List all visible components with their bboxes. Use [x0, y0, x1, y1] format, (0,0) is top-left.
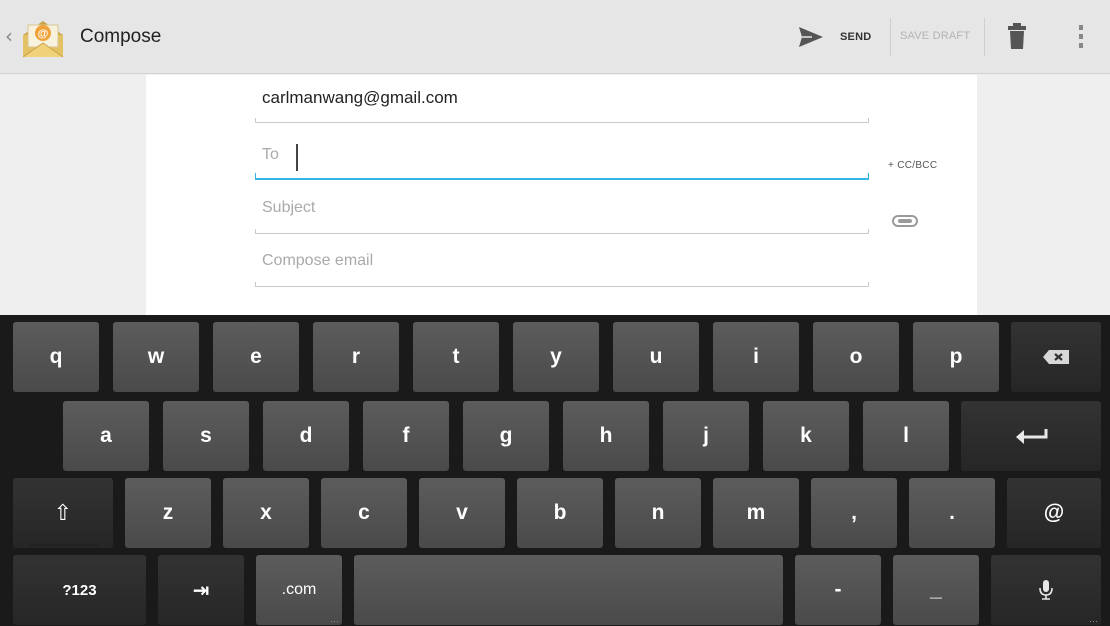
- enter-key[interactable]: [961, 401, 1101, 471]
- backspace-icon: [1043, 350, 1069, 364]
- subject-underline: [255, 229, 869, 234]
- overflow-menu-icon[interactable]: [1078, 23, 1084, 51]
- key-i[interactable]: i: [713, 322, 799, 392]
- key-o[interactable]: o: [813, 322, 899, 392]
- long-press-hint: …: [330, 614, 339, 624]
- tab-icon: ⇥: [192, 578, 210, 602]
- text-cursor: [296, 144, 298, 171]
- compose-card: [146, 75, 977, 315]
- key-n[interactable]: n: [615, 478, 701, 548]
- key-f[interactable]: f: [363, 401, 449, 471]
- compose-body-field[interactable]: Compose email: [262, 252, 373, 270]
- screen-title: Compose: [80, 26, 162, 47]
- body-underline: [255, 282, 869, 287]
- key-p[interactable]: p: [913, 322, 999, 392]
- key-c[interactable]: c: [321, 478, 407, 548]
- key-u[interactable]: u: [613, 322, 699, 392]
- cc-bcc-button[interactable]: + CC/BCC: [888, 160, 937, 171]
- key-l[interactable]: l: [863, 401, 949, 471]
- key-k[interactable]: k: [763, 401, 849, 471]
- tab-key[interactable]: ⇥: [158, 555, 244, 625]
- key-q[interactable]: q: [13, 322, 99, 392]
- shift-key[interactable]: ⇧: [13, 478, 113, 548]
- key-z[interactable]: z: [125, 478, 211, 548]
- compose-screen: ‹ @ Compose SEND SAVE DRAFT carlmanwang@…: [0, 0, 1110, 626]
- space-key[interactable]: [354, 555, 783, 625]
- key-at[interactable]: @: [1007, 478, 1101, 548]
- key-underscore[interactable]: _: [893, 555, 979, 625]
- soft-keyboard: q w e r t y u i o p a s d f g h j k l ⇧ …: [0, 315, 1110, 626]
- trash-icon[interactable]: [1007, 21, 1027, 51]
- key-dash[interactable]: -: [795, 555, 881, 625]
- dotcom-label: .com: [281, 581, 317, 598]
- key-y[interactable]: y: [513, 322, 599, 392]
- key-d[interactable]: d: [263, 401, 349, 471]
- voice-input-key[interactable]: …: [991, 555, 1101, 625]
- to-underline: [255, 173, 869, 180]
- send-icon: [799, 27, 823, 47]
- key-t[interactable]: t: [413, 322, 499, 392]
- divider: [984, 18, 985, 56]
- key-g[interactable]: g: [463, 401, 549, 471]
- save-draft-button[interactable]: SAVE DRAFT: [900, 30, 970, 42]
- email-app-icon[interactable]: @: [17, 11, 69, 63]
- key-w[interactable]: w: [113, 322, 199, 392]
- shift-indicator: [29, 544, 99, 546]
- key-e[interactable]: e: [213, 322, 299, 392]
- shift-icon: ⇧: [53, 500, 73, 526]
- send-label: SEND: [840, 31, 872, 43]
- svg-text:@: @: [38, 28, 49, 40]
- dotcom-key[interactable]: .com …: [256, 555, 342, 625]
- key-period[interactable]: .: [909, 478, 995, 548]
- from-account[interactable]: carlmanwang@gmail.com: [262, 88, 458, 108]
- key-v[interactable]: v: [419, 478, 505, 548]
- microphone-icon: [1039, 580, 1053, 600]
- backspace-key[interactable]: [1011, 322, 1101, 392]
- key-m[interactable]: m: [713, 478, 799, 548]
- key-r[interactable]: r: [313, 322, 399, 392]
- action-bar: ‹ @ Compose SEND SAVE DRAFT: [0, 0, 1110, 74]
- to-field[interactable]: To: [262, 146, 279, 164]
- key-b[interactable]: b: [517, 478, 603, 548]
- attachment-icon[interactable]: [892, 215, 918, 227]
- send-button[interactable]: SEND: [798, 20, 871, 54]
- symbols-key[interactable]: ?123: [13, 555, 146, 625]
- enter-icon: [1016, 429, 1048, 444]
- from-underline: [255, 118, 869, 123]
- up-caret-icon[interactable]: ‹: [5, 24, 13, 48]
- long-press-hint: …: [1089, 614, 1098, 624]
- subject-field[interactable]: Subject: [262, 199, 315, 217]
- key-a[interactable]: a: [63, 401, 149, 471]
- key-j[interactable]: j: [663, 401, 749, 471]
- key-s[interactable]: s: [163, 401, 249, 471]
- key-h[interactable]: h: [563, 401, 649, 471]
- key-comma[interactable]: ,: [811, 478, 897, 548]
- key-x[interactable]: x: [223, 478, 309, 548]
- divider: [890, 18, 891, 56]
